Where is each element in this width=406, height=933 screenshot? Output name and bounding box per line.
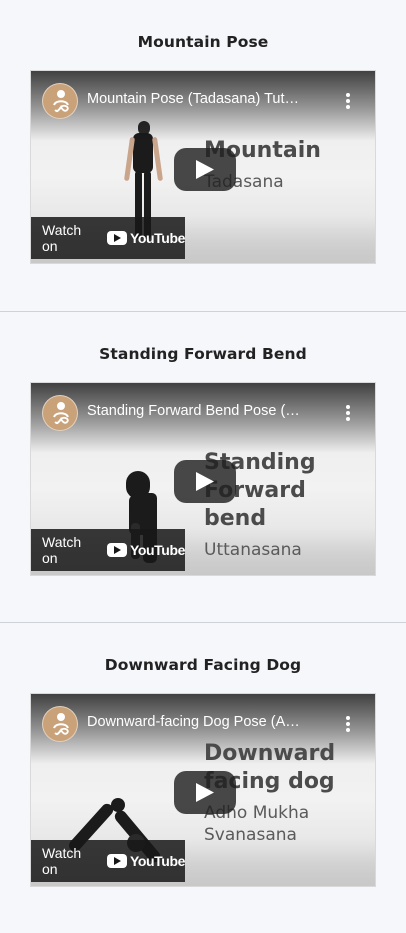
- more-vertical-icon[interactable]: [345, 405, 351, 423]
- more-vertical-icon[interactable]: [345, 93, 351, 111]
- watch-on-youtube-button[interactable]: Watch on YouTube: [31, 217, 185, 259]
- play-button[interactable]: [174, 771, 236, 814]
- video-list: Mountain Pose Mountain Tadasana Mountain…: [0, 0, 406, 933]
- watch-on-label: Watch on: [42, 222, 82, 254]
- play-button[interactable]: [174, 148, 236, 191]
- video-title[interactable]: Mountain Pose (Tadasana) Tut…: [87, 91, 327, 113]
- watch-on-label: Watch on: [42, 845, 82, 877]
- watch-on-youtube-button[interactable]: Watch on YouTube: [31, 529, 185, 571]
- play-button[interactable]: [174, 460, 236, 503]
- watch-on-youtube-button[interactable]: Watch on YouTube: [31, 840, 185, 882]
- more-vertical-icon[interactable]: [345, 716, 351, 734]
- play-icon: [196, 783, 214, 802]
- meditation-logo-icon[interactable]: [42, 395, 78, 431]
- overlay-subtitle-line: Uttanasana: [204, 540, 302, 560]
- youtube-icon: [106, 231, 127, 245]
- meditation-logo-icon[interactable]: [42, 83, 78, 119]
- youtube-brand-text: YouTube: [129, 230, 185, 246]
- video-title[interactable]: Standing Forward Bend Pose (…: [87, 403, 327, 425]
- video-embed[interactable]: Downward facing dog Adho Mukha Svanasana…: [30, 693, 376, 887]
- overlay-subtitle-line: Svanasana: [204, 825, 297, 845]
- youtube-logo: YouTube: [106, 230, 185, 246]
- video-embed[interactable]: Mountain Tadasana Mountain Pose (Tadasan…: [30, 70, 376, 264]
- youtube-icon: [106, 854, 127, 868]
- pose-card-downward-dog: Downward Facing Dog Downward facing dog …: [0, 622, 406, 933]
- youtube-brand-text: YouTube: [129, 542, 185, 558]
- play-icon: [196, 160, 214, 179]
- video-title[interactable]: Downward-facing Dog Pose (A…: [87, 714, 327, 736]
- youtube-brand-text: YouTube: [129, 853, 185, 869]
- pose-card-mountain: Mountain Pose Mountain Tadasana Mountain…: [0, 0, 406, 311]
- pose-title: Downward Facing Dog: [104, 656, 302, 674]
- watch-on-label: Watch on: [42, 534, 82, 566]
- pose-title: Standing Forward Bend: [99, 345, 307, 363]
- overlay-heading-line: Downward: [204, 741, 336, 766]
- youtube-logo: YouTube: [106, 853, 185, 869]
- pose-title: Mountain Pose: [137, 33, 269, 51]
- youtube-icon: [106, 543, 127, 557]
- meditation-logo-icon[interactable]: [42, 706, 78, 742]
- video-embed[interactable]: Standing Forward bend Uttanasana Standin…: [30, 382, 376, 576]
- youtube-logo: YouTube: [106, 542, 185, 558]
- play-icon: [196, 472, 214, 491]
- pose-card-forward-bend: Standing Forward Bend Standing Forward b…: [0, 311, 406, 622]
